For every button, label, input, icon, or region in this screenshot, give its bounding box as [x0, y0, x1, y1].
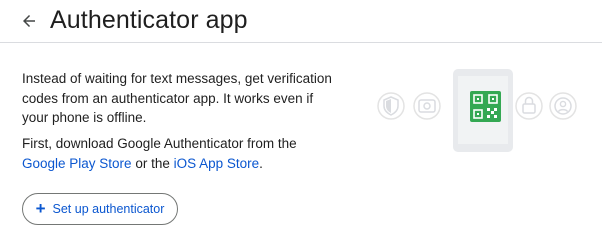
download-suffix: . [259, 155, 263, 171]
camera-icon [413, 92, 441, 120]
qr-code-icon [470, 91, 501, 122]
google-play-store-link[interactable]: Google Play Store [22, 156, 132, 171]
shield-icon [377, 92, 405, 120]
authenticator-illustration [377, 69, 577, 152]
download-prefix: First, download Google Authenticator fro… [22, 136, 297, 151]
download-middle: or the [131, 155, 174, 171]
person-icon [549, 92, 577, 120]
arrow-back-icon [23, 15, 35, 27]
back-button[interactable] [16, 8, 42, 34]
page-title: Authenticator app [50, 6, 248, 34]
header: Authenticator app [0, 0, 602, 43]
lock-icon [515, 92, 543, 120]
plus-icon: + [35, 199, 46, 218]
download-instructions: First, download Google Authenticator fro… [22, 134, 342, 173]
authenticator-app-page: Authenticator app Instead of waiting for… [0, 0, 602, 241]
set-up-authenticator-label: Set up authenticator [52, 202, 165, 216]
ios-app-store-link[interactable]: iOS App Store [174, 156, 260, 171]
description-text: Instead of waiting for text messages, ge… [22, 71, 332, 125]
set-up-authenticator-button[interactable]: + Set up authenticator [22, 193, 178, 225]
